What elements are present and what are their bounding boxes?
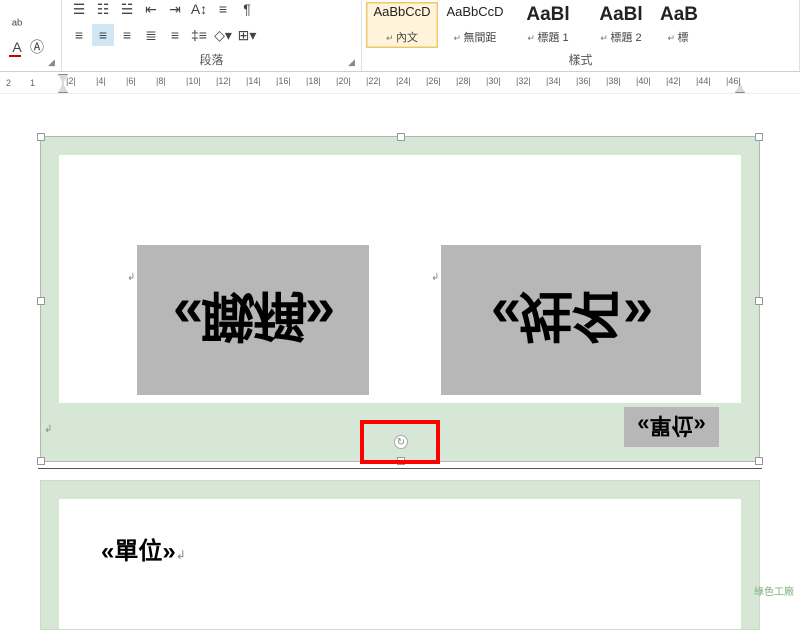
merge-field-name-text: «姓名»	[491, 281, 651, 360]
ruler-mark: |2|	[66, 76, 76, 86]
paragraph-group: ☰ ☷ ☱ ⇤ ⇥ A↕ ≡ ¶ ≡ ≡ ≡ ≣ ≡ ‡≡ ◇▾ ⊞▾ 段落 ◢	[62, 0, 362, 71]
style-heading1[interactable]: AaBl 標題 1	[512, 2, 584, 48]
ruler-mark: |16|	[276, 76, 291, 86]
ruler-mark: |30|	[486, 76, 501, 86]
styles-label: 樣式	[362, 48, 799, 71]
ruler-mark: |42|	[666, 76, 681, 86]
bullets-icon[interactable]: ☰	[68, 0, 90, 20]
style-name: 標	[660, 29, 696, 45]
horizontal-ruler[interactable]: 2 1 |2| |4| |6| |8| |10| |12| |14| |16| |18| |20|…	[0, 72, 800, 94]
font-group: ᵃᵇ AⒶ ◢	[0, 0, 62, 71]
numbering-icon[interactable]: ☷	[92, 0, 114, 20]
paragraph-mark-icon: ↲	[127, 272, 135, 283]
sel-handle-bl[interactable]	[37, 457, 45, 465]
ruler-mark: 2	[6, 78, 11, 88]
ruler-mark: |46|	[726, 76, 741, 86]
style-no-spacing[interactable]: AaBbCcD 無間距	[439, 2, 511, 48]
paragraph-mark-icon: ↲	[431, 272, 439, 283]
ruler-mark: |18|	[306, 76, 321, 86]
paragraph-dialog-launcher[interactable]: ◢	[345, 56, 358, 69]
increase-indent-icon[interactable]: ⇥	[164, 0, 186, 20]
multilevel-icon[interactable]: ☱	[116, 0, 138, 20]
style-name: 無間距	[441, 29, 509, 45]
ruler-mark: |38|	[606, 76, 621, 86]
distribute-icon[interactable]: ≡	[164, 24, 186, 46]
strikethrough-icon[interactable]: ᵃᵇ	[6, 13, 28, 35]
ribbon: ᵃᵇ AⒶ ◢ ☰ ☷ ☱ ⇤ ⇥ A↕ ≡ ¶ ≡ ≡ ≡ ≣ ≡	[0, 0, 800, 72]
line-spacing-icon[interactable]: ‡≡	[188, 24, 210, 46]
style-name: 標題 2	[587, 29, 655, 45]
styles-gallery[interactable]: AaBbCcD 內文 AaBbCcD 無間距 AaBl 標題 1 AaBl 標題…	[362, 0, 799, 48]
merge-field-unit-text: «單位»	[101, 538, 176, 565]
sel-handle-tr[interactable]	[755, 133, 763, 141]
ruler-mark: |32|	[516, 76, 531, 86]
document-canvas: «職稱» ↲ «姓名» ↲ «單位» ↻ ↲ «單位»↲ 綠色工廠	[0, 94, 800, 600]
rotation-handle-icon[interactable]: ↻	[394, 435, 408, 449]
merge-field-name[interactable]: «姓名»	[441, 245, 701, 395]
style-normal[interactable]: AaBbCcD 內文	[366, 2, 438, 48]
style-heading3[interactable]: AaB 標	[658, 2, 698, 48]
ruler-mark: |26|	[426, 76, 441, 86]
watermark-text: 綠色工廠	[754, 583, 794, 598]
text-direction-icon[interactable]: A↕	[188, 0, 210, 20]
divider-line	[38, 468, 762, 469]
style-preview: AaBl	[587, 4, 655, 26]
paragraph-mark-icon: ↲	[44, 424, 52, 435]
style-name: 內文	[368, 29, 436, 45]
styles-group: AaBbCcD 內文 AaBbCcD 無間距 AaBl 標題 1 AaBl 標題…	[362, 0, 800, 71]
align-right-icon[interactable]: ≡	[116, 24, 138, 46]
style-preview: AaBbCcD	[441, 4, 509, 19]
style-heading2[interactable]: AaBl 標題 2	[585, 2, 657, 48]
text-box-1[interactable]: «職稱» ↲ «姓名» ↲ «單位»	[40, 136, 760, 462]
style-name: 標題 1	[514, 29, 582, 45]
sel-handle-br[interactable]	[755, 457, 763, 465]
sort-icon[interactable]: ≡	[212, 0, 234, 20]
circled-a-icon[interactable]: Ⓐ	[28, 36, 46, 58]
align-center-icon[interactable]: ≡	[92, 24, 114, 46]
merge-field-title-text: «職稱»	[173, 281, 333, 360]
align-left-icon[interactable]: ≡	[68, 24, 90, 46]
merge-field-title[interactable]: «職稱»	[137, 245, 369, 395]
text-box-2[interactable]: «單位»↲	[40, 480, 760, 630]
ruler-mark: |12|	[216, 76, 231, 86]
ruler-mark: |20|	[336, 76, 351, 86]
shading-icon[interactable]: ◇▾	[212, 24, 234, 46]
ruler-mark: |22|	[366, 76, 381, 86]
font-dialog-launcher[interactable]: ◢	[45, 56, 58, 69]
ruler-mark: |6|	[126, 76, 136, 86]
merge-field-unit[interactable]: «單位»↲	[101, 531, 186, 566]
style-preview: AaBl	[514, 4, 582, 26]
sel-handle-ml[interactable]	[37, 297, 45, 305]
borders-icon[interactable]: ⊞▾	[236, 24, 258, 46]
ruler-mark: |36|	[576, 76, 591, 86]
merge-field-unit-small-text: «單位»	[637, 411, 705, 443]
paragraph-label: 段落	[62, 48, 361, 71]
sel-handle-mr[interactable]	[755, 297, 763, 305]
ruler-mark: |8|	[156, 76, 166, 86]
ruler-mark: |4|	[96, 76, 106, 86]
ruler-mark: |14|	[246, 76, 261, 86]
justify-icon[interactable]: ≣	[140, 24, 162, 46]
ruler-mark: |44|	[696, 76, 711, 86]
font-color-icon[interactable]: A	[6, 36, 28, 58]
ruler-mark: 1	[30, 78, 35, 88]
show-marks-icon[interactable]: ¶	[236, 0, 258, 20]
style-preview: AaBbCcD	[368, 4, 436, 19]
merge-field-unit-small[interactable]: «單位»	[624, 407, 719, 447]
ruler-mark: |28|	[456, 76, 471, 86]
ruler-mark: |10|	[186, 76, 201, 86]
decrease-indent-icon[interactable]: ⇤	[140, 0, 162, 20]
sel-handle-tl[interactable]	[37, 133, 45, 141]
sel-handle-tm[interactable]	[397, 133, 405, 141]
style-preview: AaB	[660, 4, 696, 26]
ruler-mark: |40|	[636, 76, 651, 86]
ruler-mark: |24|	[396, 76, 411, 86]
ruler-mark: |34|	[546, 76, 561, 86]
